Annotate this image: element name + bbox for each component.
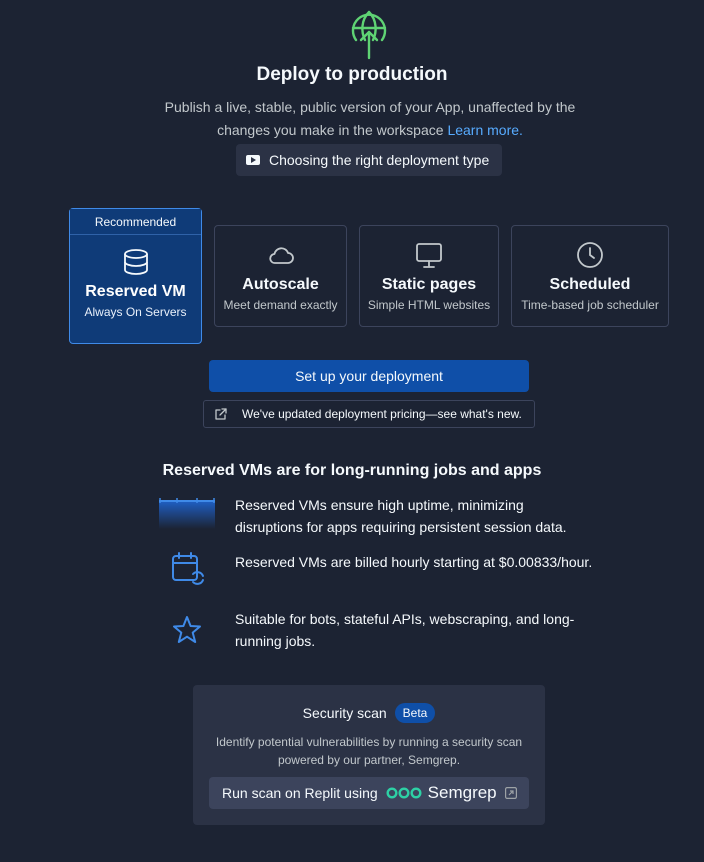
pricing-update-label: We've updated deployment pricing—see wha… [242,407,522,421]
semgrep-logo: Semgrep [386,783,497,803]
cloud-icon [268,247,294,264]
feature-uptime-text: Reserved VMs ensure high uptime, minimiz… [235,497,567,535]
semgrep-logo-mark [386,787,422,799]
card-subtitle: Always On Servers [84,305,187,319]
card-name: Static pages [381,276,477,293]
card-subtitle: Time-based job scheduler [521,298,659,312]
uptime-graphic [159,498,215,529]
recommended-badge: Recommended [70,209,201,235]
beta-badge: Beta [394,703,436,723]
security-scan-description: Identify potential vulnerabilities by ru… [215,735,523,767]
star-icon [173,616,201,643]
card-name: Autoscale [242,276,319,293]
pricing-update-link[interactable]: We've updated deployment pricing—see wha… [203,400,535,428]
youtube-icon [246,155,260,165]
clock-icon [577,242,603,268]
semgrep-name: Semgrep [427,783,497,802]
setup-deployment-button[interactable]: Set up your deployment [209,360,529,392]
learn-more-link[interactable]: Learn more. [447,122,522,138]
card-name: Scheduled [549,276,631,293]
external-link-icon [504,787,517,799]
deployment-card-autoscale[interactable]: Autoscale Meet demand exactly [214,225,347,327]
deploy-globe-icon [351,10,387,60]
deployment-card-static-pages[interactable]: Static pages Simple HTML websites [359,225,499,327]
deployment-card-scheduled[interactable]: Scheduled Time-based job scheduler [511,225,669,327]
page-title: Deploy to production [256,64,448,85]
features-title: Reserved VMs are for long-running jobs a… [162,462,542,479]
database-icon [123,249,148,275]
page-description: Publish a live, stable, public version o… [150,96,590,142]
security-scan-panel: Security scan Beta Identify potential vu… [193,685,545,825]
deployment-type-video-button[interactable]: Choosing the right deployment type [236,144,502,176]
external-link-icon [215,408,227,420]
deployment-card-reserved-vm[interactable]: Recommended Reserved VM Always On Server… [69,208,202,344]
security-scan-header: Security scan Beta [193,703,545,723]
feature-billing-text: Reserved VMs are billed hourly starting … [235,554,593,570]
feature-usecases-text: Suitable for bots, stateful APIs, webscr… [235,611,575,649]
security-scan-title: Security scan [302,705,387,721]
monitor-icon [416,243,442,268]
video-button-label: Choosing the right deployment type [269,152,490,168]
card-subtitle: Simple HTML websites [367,298,491,312]
run-scan-label: Run scan on Replit using [222,785,378,801]
card-name: Reserved VM [85,283,186,300]
calendar-refresh-icon [172,552,204,585]
run-scan-button[interactable]: Run scan on Replit using Semgrep [209,777,529,809]
card-subtitle: Meet demand exactly [223,298,338,312]
